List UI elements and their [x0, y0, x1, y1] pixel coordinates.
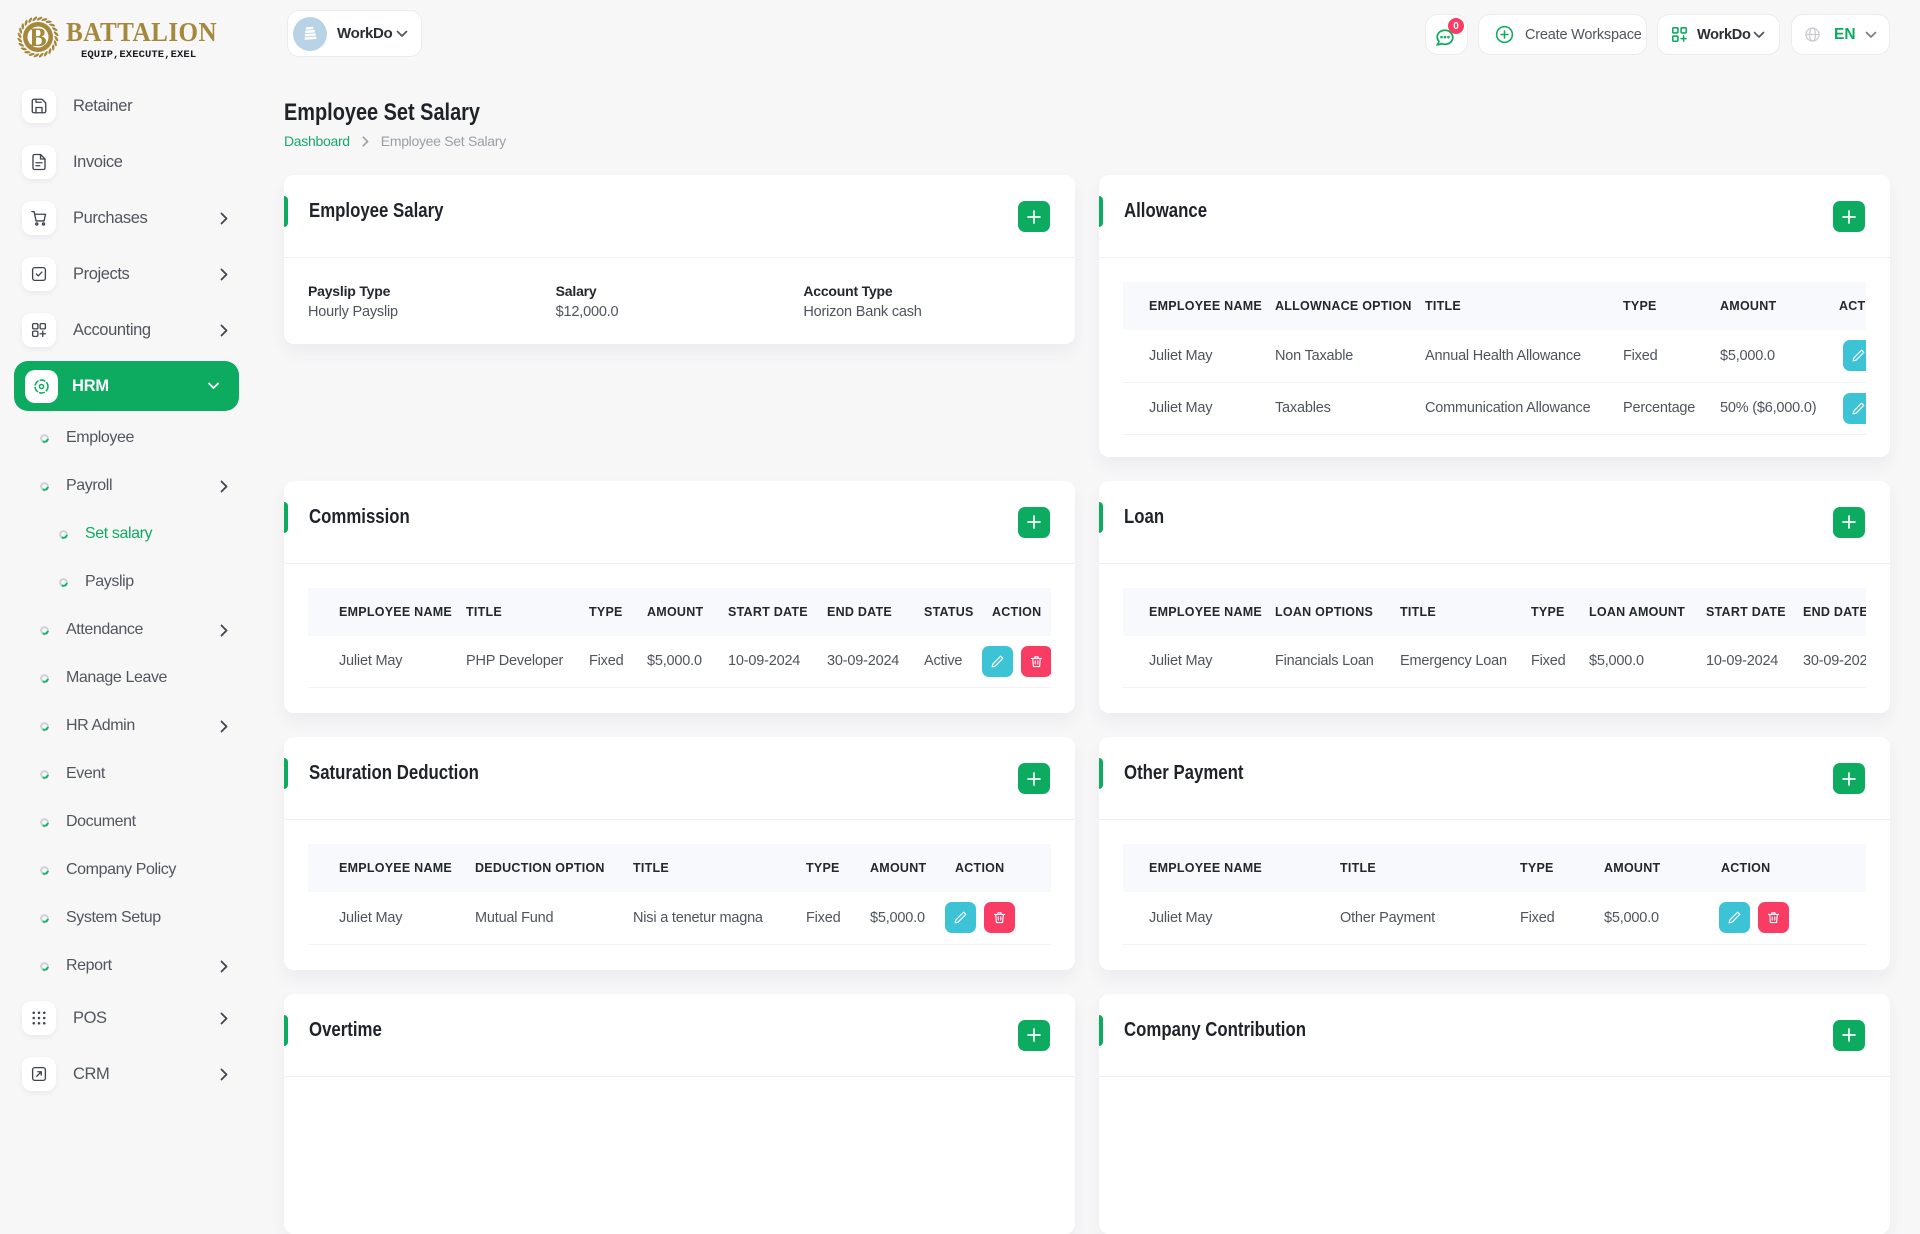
svg-text:B: B: [29, 23, 46, 52]
